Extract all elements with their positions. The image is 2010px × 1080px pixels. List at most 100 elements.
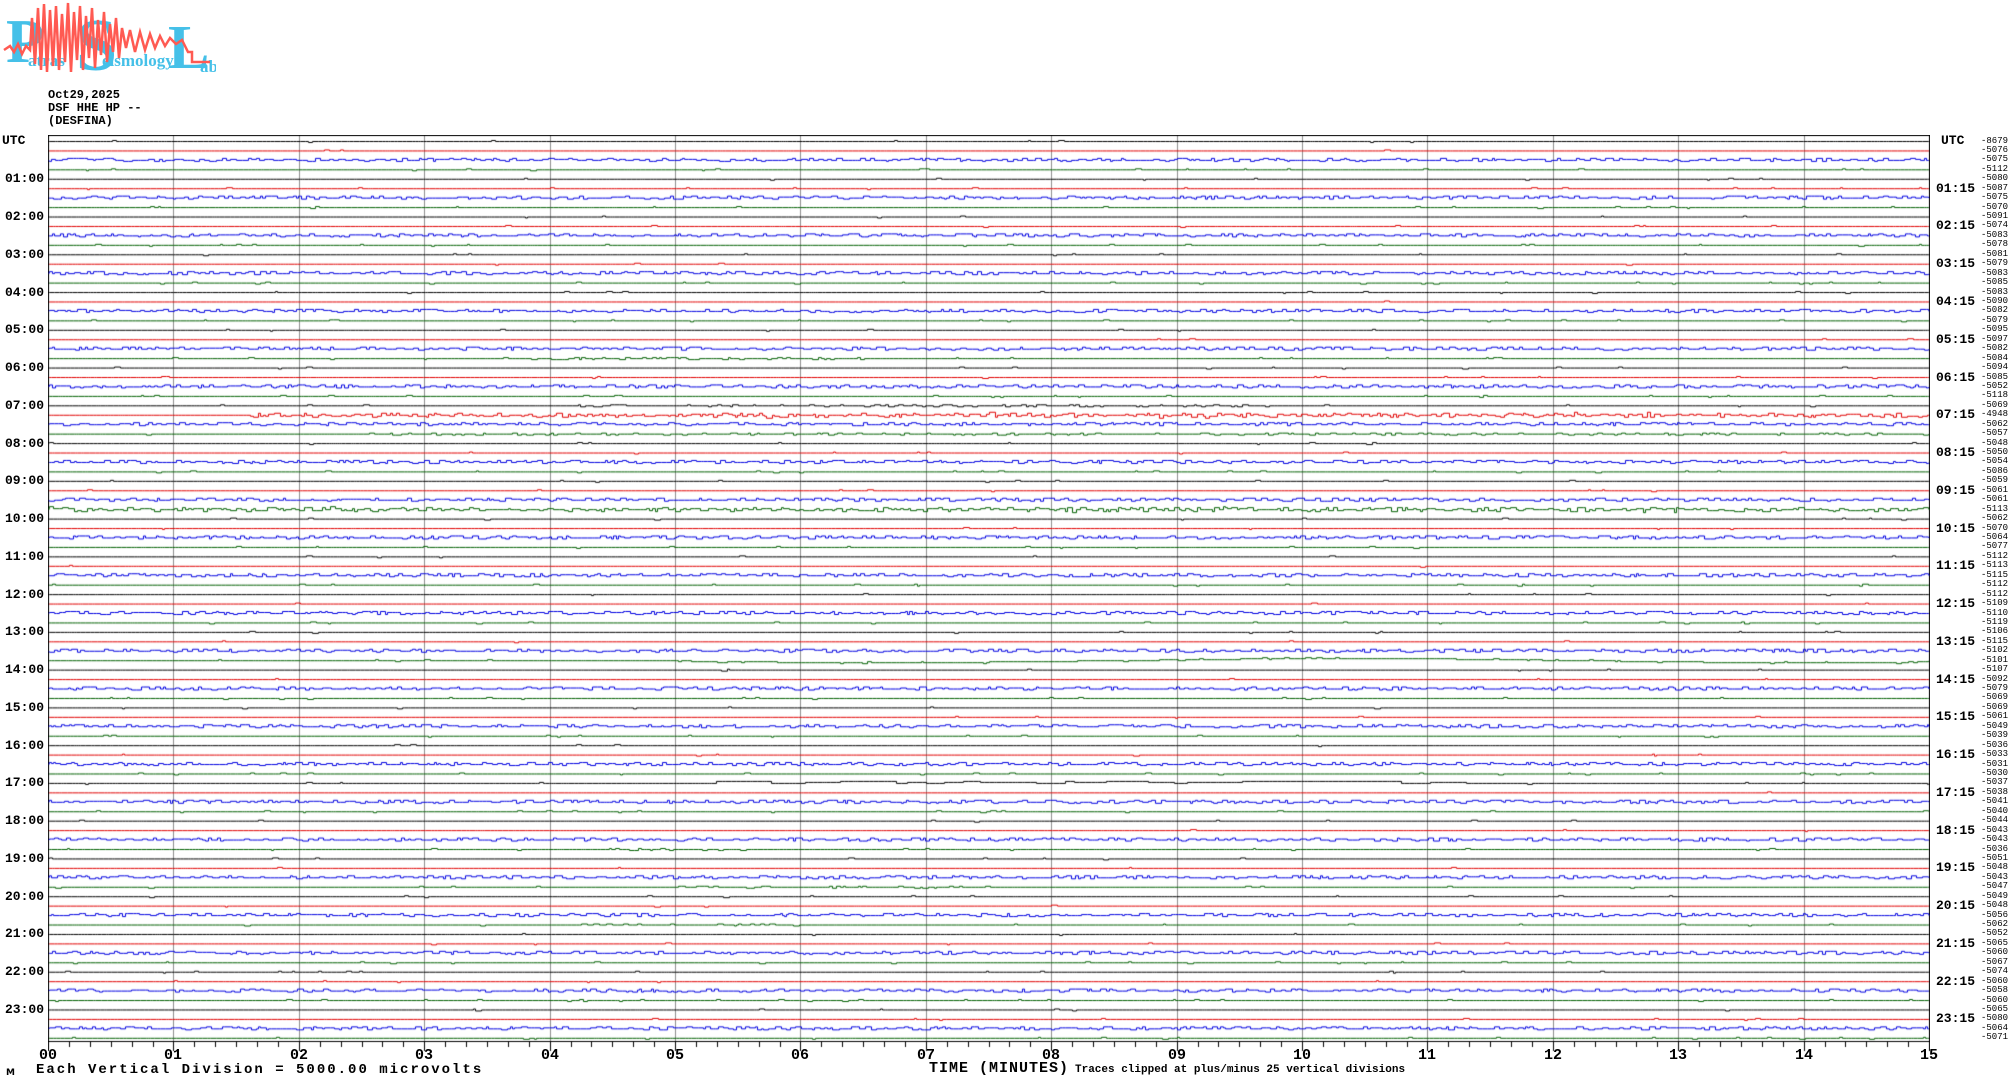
left-hour-label: 18:00 xyxy=(4,813,44,828)
header-station: DSF HHE HP -- xyxy=(48,101,142,115)
trace-end-value: -5080 xyxy=(1981,173,2009,183)
trace-end-value: -5102 xyxy=(1981,645,2009,655)
trace-end-value: -5075 xyxy=(1981,192,2009,202)
left-hour-label: 17:00 xyxy=(4,775,44,790)
trace-end-value: -5107 xyxy=(1981,664,2009,674)
right-hour-label: 18:15 xyxy=(1936,823,1976,838)
trace-end-value: -5113 xyxy=(1981,560,2009,570)
right-hour-label: 04:15 xyxy=(1936,294,1976,309)
left-hour-label: 19:00 xyxy=(4,851,44,866)
trace-end-value: -5043 xyxy=(1981,834,2009,844)
header-date: Oct29,2025 xyxy=(48,88,121,102)
trace-end-value: -5075 xyxy=(1981,154,2009,164)
trace-end-value: -5052 xyxy=(1981,928,2009,938)
x-tick-label: 06 xyxy=(790,1047,809,1064)
trace-end-value: -5082 xyxy=(1981,343,2009,353)
trace-end-value: -5118 xyxy=(1981,390,2009,400)
right-hour-label: 13:15 xyxy=(1936,634,1976,649)
trace-end-value: -5037 xyxy=(1981,777,2009,787)
right-hour-label: 07:15 xyxy=(1936,407,1976,422)
left-hour-label: 12:00 xyxy=(4,587,44,602)
right-hour-label: 06:15 xyxy=(1936,370,1976,385)
x-tick-label: 14 xyxy=(1794,1047,1813,1064)
trace-end-value: -5060 xyxy=(1981,947,2009,957)
left-hour-label: 03:00 xyxy=(4,247,44,262)
right-hour-label: 08:15 xyxy=(1936,445,1976,460)
x-tick-label: 10 xyxy=(1292,1047,1311,1064)
left-hour-label: 07:00 xyxy=(4,398,44,413)
helicorder-page: P atras S eismology L ab Oct29,2025 DSF … xyxy=(0,0,2010,1080)
left-hour-label: 20:00 xyxy=(4,889,44,904)
right-hour-label: 01:15 xyxy=(1936,181,1976,196)
trace-end-value: -5079 xyxy=(1981,258,2009,268)
right-hour-label: 03:15 xyxy=(1936,256,1976,271)
trace-end-value: -5048 xyxy=(1981,862,2009,872)
trace-end-value: -5069 xyxy=(1981,692,2009,702)
left-hour-label: 15:00 xyxy=(4,700,44,715)
header-location: (DESFINA) xyxy=(48,114,113,128)
x-tick-label: 04 xyxy=(540,1047,559,1064)
scale-note: Each Vertical Division = 5000.00 microvo… xyxy=(36,1062,484,1078)
left-hour-label: 04:00 xyxy=(4,285,44,300)
left-hour-label: 10:00 xyxy=(4,511,44,526)
logo-word-ab: ab xyxy=(200,57,216,76)
left-hour-label: 01:00 xyxy=(4,171,44,186)
trace-end-value: -5048 xyxy=(1981,900,2009,910)
right-hour-label: 22:15 xyxy=(1936,974,1976,989)
x-axis-title: TIME (MINUTES) xyxy=(928,1060,1070,1077)
right-hour-label: 20:15 xyxy=(1936,898,1976,913)
x-tick-label: 12 xyxy=(1543,1047,1562,1064)
helicorder-canvas xyxy=(48,135,1930,1055)
x-tick-label: 15 xyxy=(1919,1047,1938,1064)
trace-end-value: -5078 xyxy=(1981,239,2009,249)
right-hour-label: 09:15 xyxy=(1936,483,1976,498)
trace-end-value: -5074 xyxy=(1981,220,2009,230)
right-hour-label: 16:15 xyxy=(1936,747,1976,762)
psl-logo[interactable]: P atras S eismology L ab xyxy=(2,0,216,80)
left-hour-label: 06:00 xyxy=(4,360,44,375)
left-hour-label: 14:00 xyxy=(4,662,44,677)
x-tick-label: 05 xyxy=(665,1047,684,1064)
trace-end-value: -4948 xyxy=(1981,409,2009,419)
trace-end-value: -5059 xyxy=(1981,475,2009,485)
left-hour-label: 21:00 xyxy=(4,926,44,941)
scale-glyph: M xyxy=(6,1068,15,1078)
trace-end-value: -5074 xyxy=(1981,966,2009,976)
trace-end-value: -5082 xyxy=(1981,305,2009,315)
trace-end-value: -5062 xyxy=(1981,513,2009,523)
trace-end-value: -5054 xyxy=(1981,456,2009,466)
left-hour-label: 09:00 xyxy=(4,473,44,488)
trace-end-value: -5044 xyxy=(1981,815,2009,825)
trace-end-value: -5085 xyxy=(1981,277,2009,287)
right-hour-label: 19:15 xyxy=(1936,860,1976,875)
left-hour-label: 11:00 xyxy=(4,549,44,564)
trace-end-value: -5041 xyxy=(1981,796,2009,806)
x-tick-label: 09 xyxy=(1167,1047,1186,1064)
utc-label-right: UTC xyxy=(1941,133,1965,148)
left-hour-label: 08:00 xyxy=(4,436,44,451)
right-hour-label: 15:15 xyxy=(1936,709,1976,724)
x-tick-label: 11 xyxy=(1417,1047,1436,1064)
trace-end-value: -5106 xyxy=(1981,626,2009,636)
right-hour-label: 12:15 xyxy=(1936,596,1976,611)
left-hour-label: 05:00 xyxy=(4,322,44,337)
right-hour-label: 02:15 xyxy=(1936,218,1976,233)
trace-end-value: -5080 xyxy=(1981,1013,2009,1023)
trace-end-value: -5061 xyxy=(1981,711,2009,721)
left-hour-label: 23:00 xyxy=(4,1002,44,1017)
left-hour-label: 22:00 xyxy=(4,964,44,979)
trace-end-value: -5057 xyxy=(1981,428,2009,438)
trace-end-value: -5077 xyxy=(1981,541,2009,551)
clip-note: Traces clipped at plus/minus 25 vertical… xyxy=(1075,1064,1406,1076)
trace-end-value: -5039 xyxy=(1981,730,2009,740)
left-hour-label: 13:00 xyxy=(4,624,44,639)
trace-end-value: -5094 xyxy=(1981,362,2009,372)
trace-end-value: -5047 xyxy=(1981,881,2009,891)
utc-label-left: UTC xyxy=(2,133,26,148)
right-hour-label: 14:15 xyxy=(1936,672,1976,687)
left-hour-label: 02:00 xyxy=(4,209,44,224)
left-hour-label: 16:00 xyxy=(4,738,44,753)
trace-end-value: -5095 xyxy=(1981,324,2009,334)
trace-end-value: -5058 xyxy=(1981,985,2009,995)
trace-end-value: -5109 xyxy=(1981,598,2009,608)
